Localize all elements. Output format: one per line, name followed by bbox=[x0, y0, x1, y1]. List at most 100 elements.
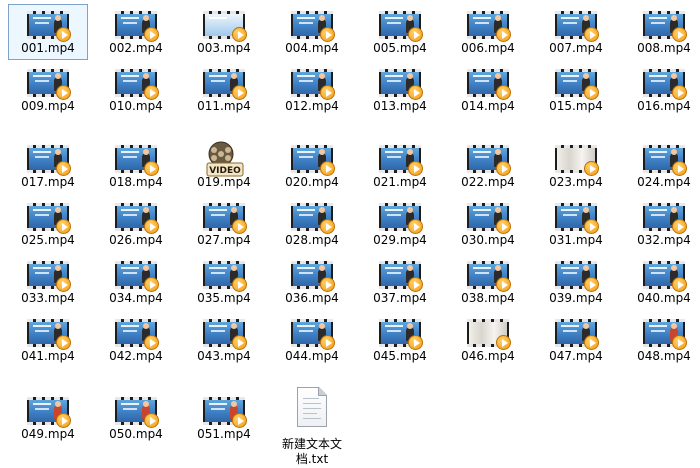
file-item[interactable]: 023.mp4 bbox=[536, 138, 616, 194]
file-name-label: 新建文本文档.txt bbox=[281, 437, 342, 466]
file-item[interactable]: VIDEO 019.mp4 bbox=[184, 138, 264, 194]
play-icon bbox=[232, 219, 247, 234]
file-item[interactable]: 047.mp4 bbox=[536, 312, 616, 368]
file-name-label: 043.mp4 bbox=[197, 349, 251, 363]
play-icon bbox=[232, 413, 247, 428]
file-item[interactable]: 014.mp4 bbox=[448, 62, 528, 118]
play-icon bbox=[144, 161, 159, 176]
file-item[interactable]: 003.mp4 bbox=[184, 4, 264, 60]
file-item[interactable]: 048.mp4 bbox=[624, 312, 700, 368]
file-item[interactable]: 032.mp4 bbox=[624, 196, 700, 252]
file-name-label: 042.mp4 bbox=[109, 349, 163, 363]
file-item[interactable]: 037.mp4 bbox=[360, 254, 440, 310]
play-icon bbox=[56, 335, 71, 350]
file-item[interactable]: 021.mp4 bbox=[360, 138, 440, 194]
file-item[interactable]: 039.mp4 bbox=[536, 254, 616, 310]
file-item[interactable]: 045.mp4 bbox=[360, 312, 440, 368]
file-name-label: 044.mp4 bbox=[285, 349, 339, 363]
file-item[interactable]: 042.mp4 bbox=[96, 312, 176, 368]
file-name-label: 046.mp4 bbox=[461, 349, 515, 363]
file-name-label: 020.mp4 bbox=[285, 175, 339, 189]
file-name-label: 007.mp4 bbox=[549, 41, 603, 55]
file-item[interactable]: 026.mp4 bbox=[96, 196, 176, 252]
file-item[interactable]: 044.mp4 bbox=[272, 312, 352, 368]
file-item[interactable]: 030.mp4 bbox=[448, 196, 528, 252]
file-item[interactable]: 018.mp4 bbox=[96, 138, 176, 194]
file-name-label: 038.mp4 bbox=[461, 291, 515, 305]
file-name-label: 023.mp4 bbox=[549, 175, 603, 189]
play-icon bbox=[496, 27, 511, 42]
file-name-label: 003.mp4 bbox=[197, 41, 251, 55]
file-item[interactable]: 015.mp4 bbox=[536, 62, 616, 118]
file-item[interactable]: 031.mp4 bbox=[536, 196, 616, 252]
play-icon bbox=[56, 277, 71, 292]
file-name-label: 029.mp4 bbox=[373, 233, 427, 247]
play-icon bbox=[232, 335, 247, 350]
file-item[interactable]: 040.mp4 bbox=[624, 254, 700, 310]
file-item[interactable]: 004.mp4 bbox=[272, 4, 352, 60]
file-item[interactable]: 022.mp4 bbox=[448, 138, 528, 194]
file-item[interactable]: 035.mp4 bbox=[184, 254, 264, 310]
file-item[interactable]: 046.mp4 bbox=[448, 312, 528, 368]
file-item[interactable]: 013.mp4 bbox=[360, 62, 440, 118]
file-item[interactable]: 043.mp4 bbox=[184, 312, 264, 368]
file-name-label: 050.mp4 bbox=[109, 427, 163, 441]
file-item[interactable]: 038.mp4 bbox=[448, 254, 528, 310]
file-name-label: 048.mp4 bbox=[637, 349, 691, 363]
file-name-label: 049.mp4 bbox=[21, 427, 75, 441]
play-icon bbox=[408, 27, 423, 42]
file-item[interactable]: 001.mp4 bbox=[8, 4, 88, 60]
file-item[interactable]: 050.mp4 bbox=[96, 390, 176, 446]
file-name-label: 028.mp4 bbox=[285, 233, 339, 247]
play-icon bbox=[56, 161, 71, 176]
file-item[interactable]: 008.mp4 bbox=[624, 4, 700, 60]
file-name-label: 009.mp4 bbox=[21, 99, 75, 113]
file-item[interactable]: 009.mp4 bbox=[8, 62, 88, 118]
file-name-label: 014.mp4 bbox=[461, 99, 515, 113]
file-name-label: 036.mp4 bbox=[285, 291, 339, 305]
file-name-label: 034.mp4 bbox=[109, 291, 163, 305]
file-name-label: 004.mp4 bbox=[285, 41, 339, 55]
file-name-label: 041.mp4 bbox=[21, 349, 75, 363]
file-item[interactable]: 005.mp4 bbox=[360, 4, 440, 60]
file-name-label: 012.mp4 bbox=[285, 99, 339, 113]
file-name-label: 001.mp4 bbox=[21, 41, 75, 55]
file-item[interactable]: 049.mp4 bbox=[8, 390, 88, 446]
file-item[interactable]: 051.mp4 bbox=[184, 390, 264, 446]
play-icon bbox=[56, 219, 71, 234]
file-name-label: 037.mp4 bbox=[373, 291, 427, 305]
file-item[interactable]: 新建文本文档.txt bbox=[272, 387, 352, 468]
play-icon bbox=[584, 161, 599, 176]
file-item[interactable]: 016.mp4 bbox=[624, 62, 700, 118]
file-item[interactable]: 002.mp4 bbox=[96, 4, 176, 60]
file-item[interactable]: 006.mp4 bbox=[448, 4, 528, 60]
play-icon bbox=[496, 335, 511, 350]
file-item[interactable]: 010.mp4 bbox=[96, 62, 176, 118]
file-name-label: 031.mp4 bbox=[549, 233, 603, 247]
file-item[interactable]: 041.mp4 bbox=[8, 312, 88, 368]
file-item[interactable]: 011.mp4 bbox=[184, 62, 264, 118]
play-icon bbox=[672, 277, 687, 292]
file-name-label: 017.mp4 bbox=[21, 175, 75, 189]
file-item[interactable]: 020.mp4 bbox=[272, 138, 352, 194]
file-item[interactable]: 029.mp4 bbox=[360, 196, 440, 252]
file-item[interactable]: 034.mp4 bbox=[96, 254, 176, 310]
play-icon bbox=[496, 277, 511, 292]
file-item[interactable]: 017.mp4 bbox=[8, 138, 88, 194]
file-item[interactable]: 033.mp4 bbox=[8, 254, 88, 310]
file-item[interactable]: 028.mp4 bbox=[272, 196, 352, 252]
play-icon bbox=[144, 335, 159, 350]
file-name-label: 008.mp4 bbox=[637, 41, 691, 55]
file-name-label: 006.mp4 bbox=[461, 41, 515, 55]
file-item[interactable]: 025.mp4 bbox=[8, 196, 88, 252]
file-item[interactable]: 036.mp4 bbox=[272, 254, 352, 310]
file-name-label: 013.mp4 bbox=[373, 99, 427, 113]
play-icon bbox=[672, 27, 687, 42]
play-icon bbox=[144, 413, 159, 428]
file-item[interactable]: 027.mp4 bbox=[184, 196, 264, 252]
file-item[interactable]: 007.mp4 bbox=[536, 4, 616, 60]
file-item[interactable]: 012.mp4 bbox=[272, 62, 352, 118]
file-item[interactable]: 024.mp4 bbox=[624, 138, 700, 194]
play-icon bbox=[320, 219, 335, 234]
file-name-label: 039.mp4 bbox=[549, 291, 603, 305]
